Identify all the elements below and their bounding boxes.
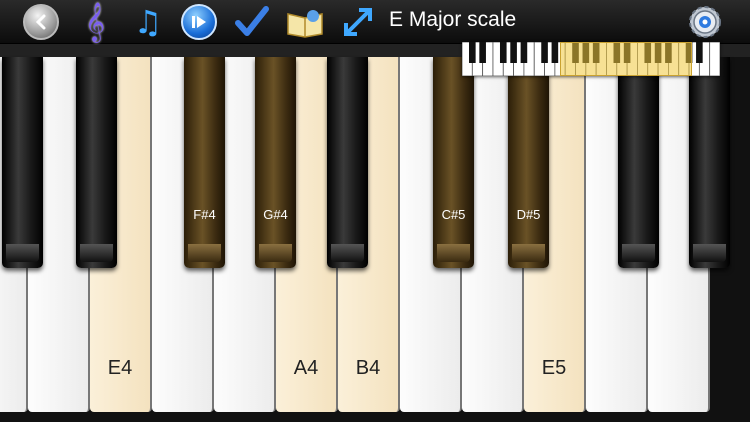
- mini-black-key: [479, 42, 486, 63]
- mini-white-key: [709, 41, 721, 77]
- black-key[interactable]: [618, 57, 659, 268]
- mini-black-key: [696, 42, 703, 63]
- play-skip-button[interactable]: [180, 3, 218, 41]
- page-title: E Major scale: [389, 8, 517, 31]
- checkmark-button[interactable]: [233, 3, 271, 41]
- checkmark-icon: [235, 6, 269, 36]
- black-key[interactable]: C#5: [433, 57, 474, 268]
- visible-range-selector[interactable]: [560, 42, 692, 76]
- black-key[interactable]: G#4: [255, 57, 296, 268]
- settings-button[interactable]: [686, 3, 724, 41]
- white-key-label: E5: [541, 357, 567, 379]
- mini-black-key: [469, 42, 476, 63]
- expand-button[interactable]: [339, 3, 377, 41]
- white-key-label: A4: [293, 357, 319, 379]
- expand-arrows-icon: [344, 8, 372, 36]
- black-key[interactable]: [327, 57, 368, 268]
- toolbar: 𝄞 ♫ E Major scale: [0, 0, 750, 44]
- back-button[interactable]: [22, 3, 60, 41]
- mini-black-key: [551, 42, 559, 63]
- black-key-label: D#5: [516, 207, 541, 222]
- book-button[interactable]: [286, 3, 324, 41]
- music-notes-icon: ♫: [133, 3, 163, 41]
- back-icon: [23, 4, 59, 40]
- mini-black-key: [499, 42, 507, 63]
- black-key-label: G#4: [263, 207, 288, 222]
- black-key-label: F#4: [193, 207, 216, 222]
- black-key[interactable]: [2, 57, 43, 268]
- mini-black-key: [541, 42, 548, 63]
- gear-icon: [689, 6, 721, 38]
- black-key[interactable]: D#5: [508, 57, 549, 268]
- white-key-label: E4: [107, 357, 133, 379]
- treble-clef-icon: 𝄞: [84, 2, 106, 42]
- music-notes-button[interactable]: ♫: [129, 3, 167, 41]
- treble-clef-button[interactable]: 𝄞: [76, 2, 114, 42]
- black-key[interactable]: [689, 57, 730, 268]
- mini-black-key: [510, 42, 517, 63]
- book-icon: [287, 10, 323, 38]
- mini-black-key: [520, 42, 528, 63]
- white-key-label: B4: [355, 357, 381, 379]
- black-key[interactable]: F#4: [184, 57, 225, 268]
- play-skip-icon: [181, 4, 217, 40]
- black-key-label: C#5: [441, 207, 466, 222]
- black-key[interactable]: [76, 57, 117, 268]
- piano-keyboard: E4 A4 B4 E5 F#4 G#4 C#5 D#5: [0, 57, 750, 422]
